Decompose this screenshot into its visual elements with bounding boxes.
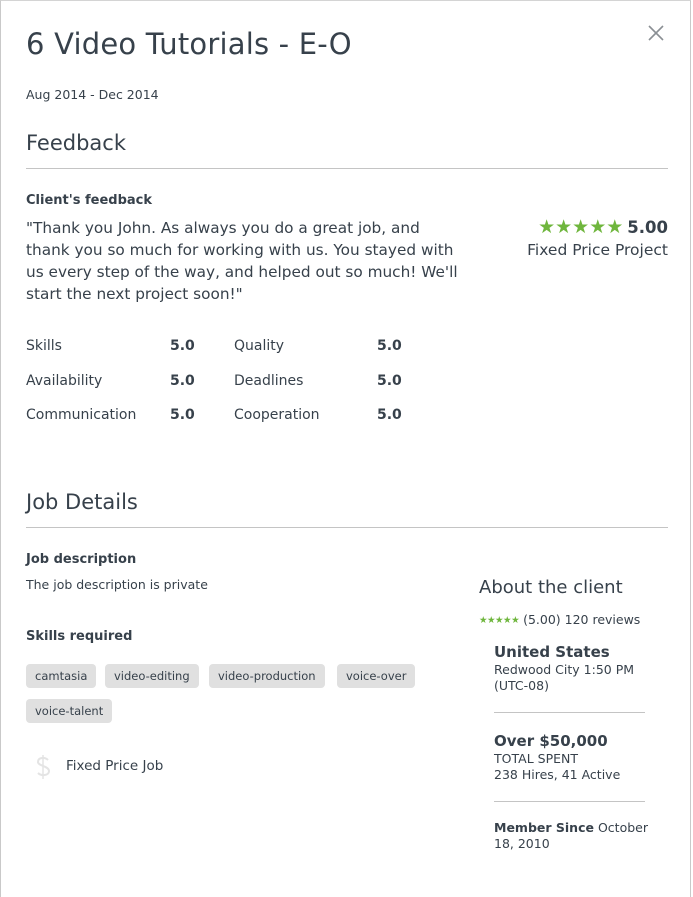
skills-required-label: Skills required [26,629,133,644]
metric-value-deadlines: 5.0 [377,373,402,389]
fixed-price-icon [32,754,56,780]
close-icon[interactable] [646,23,666,43]
job-description-label: Job description [26,552,137,567]
metric-label-skills: Skills [26,338,62,354]
feedback-section-title: Feedback [26,131,127,155]
skill-tag-video-production[interactable]: video-production [209,664,325,688]
job-description-text: The job description is private [26,577,208,592]
client-spent-label: TOTAL SPENT [494,751,578,766]
client-rating-text: (5.00) 120 reviews [523,612,641,627]
contract-type: Fixed Price Project [527,241,668,259]
job-title: 6 Video Tutorials - E-O [26,27,352,61]
client-member-since: Member Since October 18, 2010 [494,820,654,852]
metric-label-quality: Quality [234,338,285,354]
client-feedback-quote: "Thank you John. As always you do a grea… [26,219,458,303]
metric-label-cooperation: Cooperation [234,407,320,423]
metric-value-availability: 5.0 [170,373,195,389]
metric-value-cooperation: 5.0 [377,407,402,423]
job-dates: Aug 2014 - Dec 2014 [26,87,159,102]
metric-label-deadlines: Deadlines [234,373,304,389]
client-timezone: (UTC-08) [494,678,549,693]
member-since-label: Member Since [494,820,594,835]
job-feedback-modal: 6 Video Tutorials - E-O Aug 2014 - Dec 2… [0,0,691,897]
client-star-rating-icon: ★★★★★ [479,615,520,626]
client-location: United States [494,643,610,661]
client-rating: ★★★★★ (5.00) 120 reviews [479,612,640,627]
metric-value-communication: 5.0 [170,407,195,423]
client-city-time: Redwood City 1:50 PM [494,662,635,677]
skill-tag-voice-over[interactable]: voice-over [337,664,416,688]
metric-label-communication: Communication [26,407,137,423]
skill-tag-video-editing[interactable]: video-editing [105,664,199,688]
job-details-divider [26,527,668,528]
metric-value-quality: 5.0 [377,338,402,354]
skill-tag-voice-talent[interactable]: voice-talent [26,699,113,723]
client-hires: 238 Hires, 41 Active [494,767,621,782]
skill-tag-camtasia[interactable]: camtasia [26,664,97,688]
about-client-title: About the client [479,577,623,598]
client-divider-2 [494,801,645,802]
metric-label-availability: Availability [26,373,103,389]
overall-rating: ★★★★★ 5.00 Fixed Price Project [471,216,668,259]
client-divider-1 [494,712,645,713]
star-rating-icon: ★★★★★ [538,216,624,238]
feedback-divider [26,168,668,169]
client-feedback-label: Client's feedback [26,193,153,208]
metric-value-skills: 5.0 [170,338,195,354]
overall-score: 5.00 [627,217,668,237]
job-type-label: Fixed Price Job [66,758,164,774]
job-details-section-title: Job Details [26,490,138,514]
client-total-spent: Over $50,000 [494,732,608,750]
